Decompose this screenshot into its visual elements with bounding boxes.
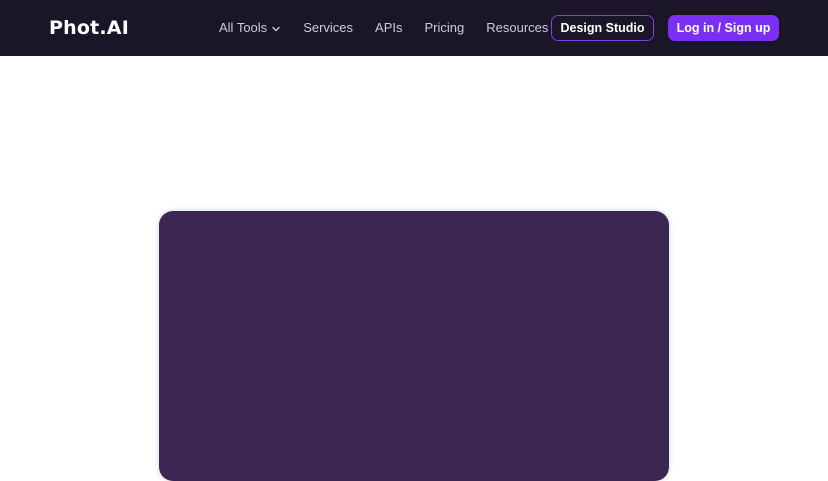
main-nav: All Tools Services APIs Pricing Resource… xyxy=(219,19,548,37)
design-studio-button[interactable]: Design Studio xyxy=(551,15,654,41)
chevron-down-icon xyxy=(272,26,280,32)
nav-item-apis[interactable]: APIs xyxy=(375,19,402,37)
brand-logo[interactable]: Phot.AI xyxy=(49,16,129,40)
hero-card xyxy=(159,211,669,481)
login-signup-button[interactable]: Log in / Sign up xyxy=(668,15,779,41)
nav-item-label: APIs xyxy=(375,20,403,35)
top-navbar: Phot.AI All Tools Services APIs Pricing … xyxy=(0,0,828,56)
nav-item-resources[interactable]: Resources xyxy=(486,19,548,37)
nav-item-label: Services xyxy=(303,20,354,35)
nav-item-label: All Tools xyxy=(219,20,268,35)
nav-item-services[interactable]: Services xyxy=(303,19,353,37)
nav-item-label: Resources xyxy=(486,20,549,35)
nav-item-all-tools[interactable]: All Tools xyxy=(219,19,281,37)
nav-item-label: Pricing xyxy=(424,20,465,35)
nav-item-pricing[interactable]: Pricing xyxy=(425,19,465,37)
